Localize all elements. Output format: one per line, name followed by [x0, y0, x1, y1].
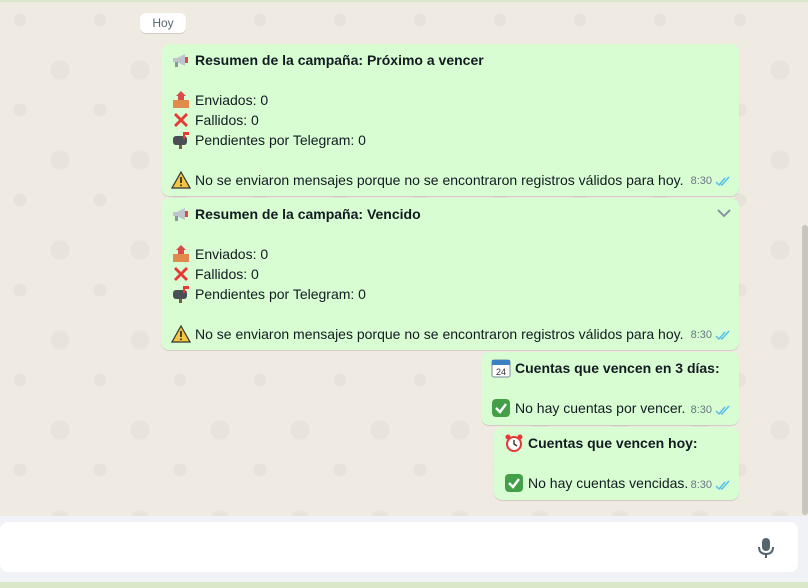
message-bubble[interactable]: Resumen de la campaña: Próximo a vencer … [161, 44, 739, 196]
failed-count: Fallidos: 0 [195, 112, 259, 128]
check-box-icon [505, 474, 523, 492]
megaphone-icon [173, 54, 188, 67]
mailbox-icon [173, 132, 189, 149]
calendar-day: 24 [496, 367, 506, 377]
message-bubble[interactable]: 24 Cuentas que vencen en 3 días: No hay … [481, 352, 739, 425]
composer-footer [0, 516, 808, 588]
message-meta: 8:30 [691, 171, 731, 191]
double-check-icon [715, 330, 730, 340]
message-meta: 8:30 [691, 400, 731, 420]
double-check-icon [715, 176, 730, 186]
outbox-tray-icon [173, 91, 189, 108]
alarm-clock-icon [505, 434, 523, 452]
chat-area: Hoy Resumen de la campaña: Próximo a ven… [0, 0, 808, 516]
pending-count: Pendientes por Telegram: 0 [195, 286, 366, 302]
message-title: Resumen de la campaña: Vencido [195, 206, 421, 222]
pending-count: Pendientes por Telegram: 0 [195, 132, 366, 148]
double-check-icon [715, 405, 730, 415]
sent-count: Enviados: 0 [195, 246, 269, 262]
message-time: 8:30 [690, 329, 712, 341]
top-divider [0, 0, 808, 2]
warning-icon [171, 170, 191, 189]
calendar-icon: 24 [491, 359, 511, 378]
chevron-down-icon[interactable] [717, 208, 731, 218]
microphone-icon[interactable] [756, 537, 776, 559]
day-separator: Hoy [140, 13, 186, 33]
warning-text: No se enviaron mensajes porque no se enc… [195, 326, 684, 342]
message-title: Cuentas que vencen en 3 días: [515, 360, 720, 376]
message-title: Resumen de la campaña: Próximo a vencer [195, 52, 484, 68]
chat-scrollbar[interactable] [802, 225, 808, 515]
failed-count: Fallidos: 0 [195, 266, 259, 282]
mailbox-icon [173, 286, 189, 303]
message-meta: 8:30 [691, 325, 731, 345]
message-body: No hay cuentas por vencer. [515, 400, 686, 416]
double-check-icon [715, 480, 730, 490]
cross-mark-icon [174, 113, 188, 127]
message-time: 8:30 [690, 404, 712, 416]
message-bubble[interactable]: Cuentas que vencen hoy: No hay cuentas v… [494, 427, 739, 500]
message-time: 8:30 [690, 479, 712, 491]
warning-icon [171, 324, 191, 343]
outbox-tray-icon [173, 245, 189, 262]
bottom-divider [0, 582, 808, 588]
message-time: 8:30 [690, 175, 712, 187]
message-title: Cuentas que vencen hoy: [528, 435, 698, 451]
message-bubble[interactable]: Resumen de la campaña: Vencido Enviados:… [161, 198, 739, 350]
cross-mark-icon [174, 267, 188, 281]
warning-text: No se enviaron mensajes porque no se enc… [195, 172, 684, 188]
sent-count: Enviados: 0 [195, 92, 269, 108]
message-body: No hay cuentas vencidas. [528, 475, 689, 491]
message-input[interactable] [0, 522, 798, 572]
check-box-icon [492, 399, 510, 417]
megaphone-icon [173, 208, 188, 221]
message-meta: 8:30 [691, 475, 731, 495]
